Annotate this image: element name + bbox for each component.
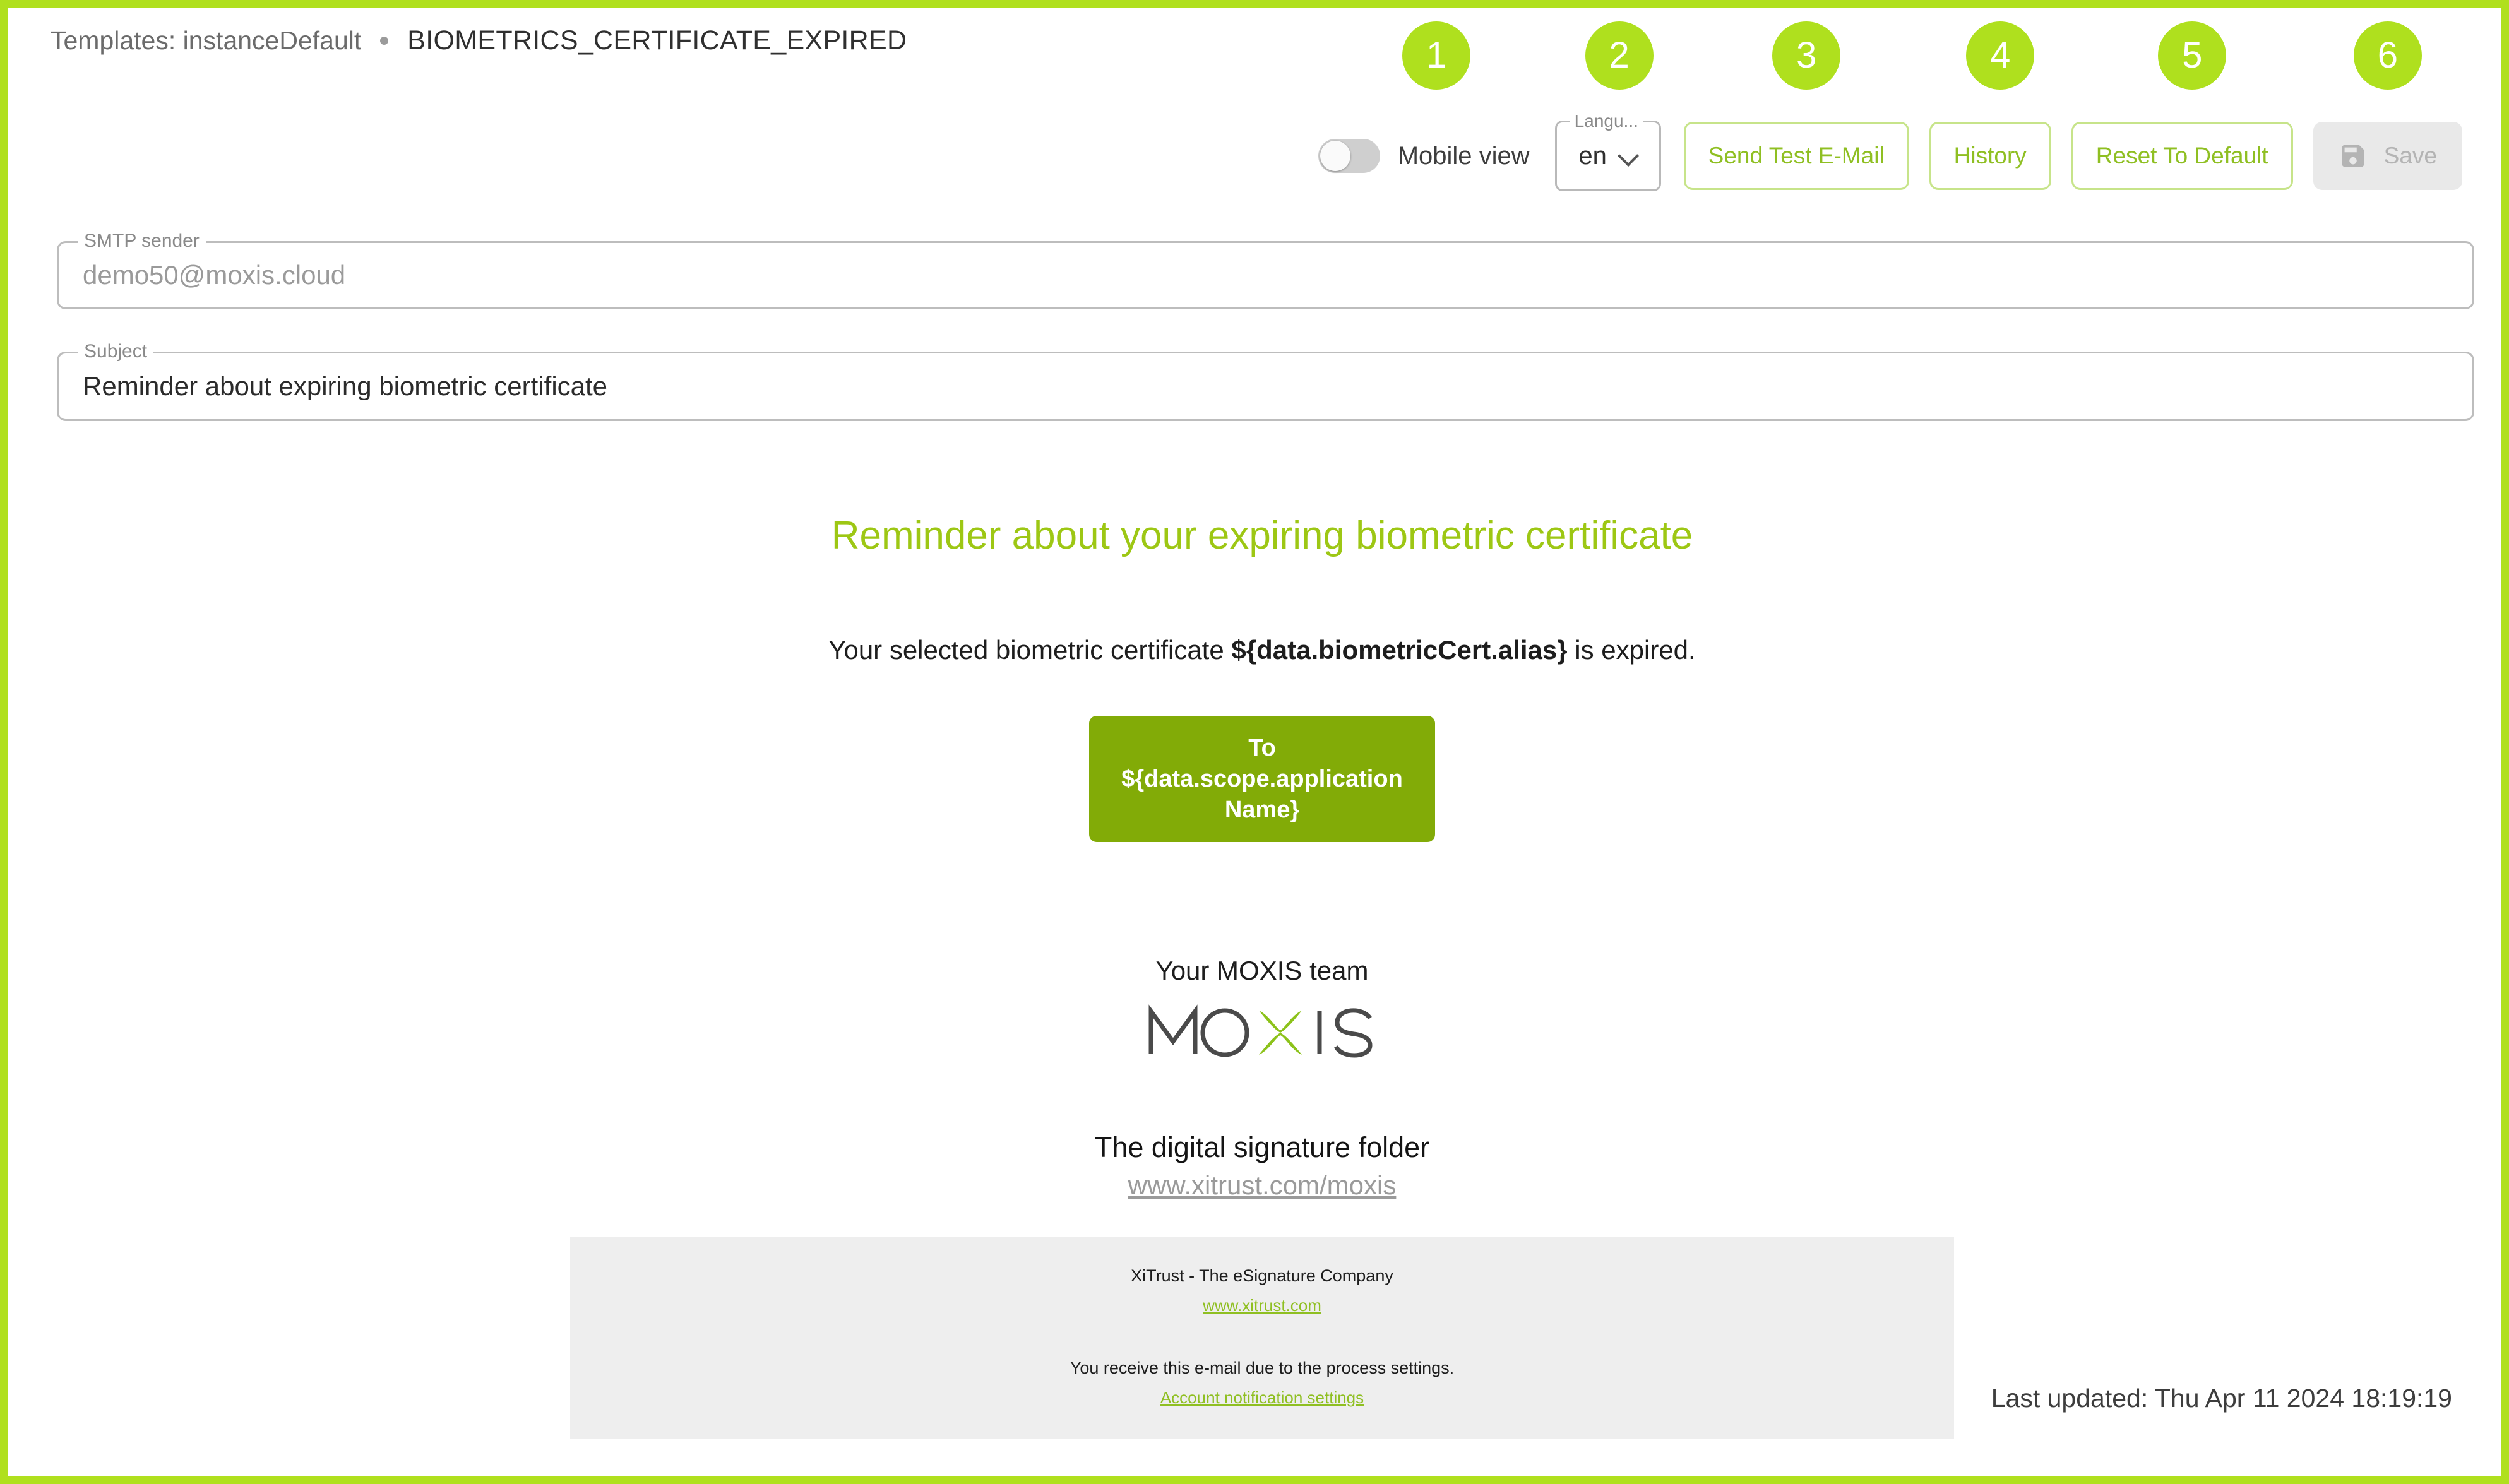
badge-1: 1	[1402, 21, 1471, 90]
badge-5: 5	[2158, 21, 2227, 90]
send-test-email-button[interactable]: Send Test E-Mail	[1683, 122, 1909, 190]
page-title: BIOMETRICS_CERTIFICATE_EXPIRED	[407, 25, 907, 56]
toolbar: 1 Mobile view 2 Langu... en 3 Send Test …	[1318, 21, 2462, 197]
subject-label: Subject	[78, 341, 154, 362]
mobile-view-toggle[interactable]	[1318, 139, 1380, 173]
history-button[interactable]: History	[1929, 122, 2051, 190]
email-intro-suffix: is expired.	[1567, 635, 1696, 665]
history-slot: 4 History	[1929, 21, 2071, 191]
mobile-view-group[interactable]: Mobile view	[1318, 139, 1530, 173]
language-slot: 2 Langu... en	[1554, 21, 1684, 191]
smtp-sender-input[interactable]: demo50@moxis.cloud	[59, 262, 369, 288]
badge-6: 6	[2353, 21, 2422, 90]
cta-wrapper: To ${data.scope.application Name}	[8, 716, 2509, 843]
badge-3: 3	[1772, 21, 1841, 90]
language-legend: Langu...	[1569, 111, 1643, 131]
moxis-website-link[interactable]: www.xitrust.com/moxis	[1128, 1170, 1397, 1201]
last-updated-text: Last updated: Thu Apr 11 2024 18:19:19	[1991, 1384, 2452, 1413]
breadcrumb-separator-dot	[380, 37, 389, 45]
email-intro-paragraph: Your selected biometric certificate ${da…	[8, 635, 2509, 665]
email-preview: Reminder about your expiring biometric c…	[8, 449, 2509, 1440]
reset-to-default-slot: 5 Reset To Default	[2071, 21, 2313, 191]
email-heading: Reminder about your expiring biometric c…	[831, 514, 1693, 557]
language-select[interactable]: Langu... en	[1554, 111, 1661, 191]
cta-line-1: To	[1248, 735, 1276, 762]
send-test-email-slot: 3 Send Test E-Mail	[1683, 21, 1929, 191]
breadcrumb-templates[interactable]: Templates: instanceDefault	[51, 26, 361, 56]
save-button-label: Save	[2383, 143, 2437, 169]
cta-button[interactable]: To ${data.scope.application Name}	[1089, 716, 1435, 843]
footer-company-link[interactable]: www.xitrust.com	[1203, 1296, 1321, 1315]
app-frame: Templates: instanceDefault BIOMETRICS_CE…	[0, 0, 2509, 1484]
footer-company: XiTrust - The eSignature Company	[1131, 1266, 1393, 1286]
toggle-knob	[1320, 141, 1350, 171]
badge-2: 2	[1585, 21, 1654, 90]
email-signoff: Your MOXIS team	[1155, 956, 1369, 986]
cta-line-2: ${data.scope.application	[1121, 766, 1403, 793]
language-value: en	[1578, 141, 1607, 170]
badge-4: 4	[1966, 21, 2035, 90]
email-tagline: The digital signature folder	[1094, 1131, 1430, 1164]
smtp-sender-label: SMTP sender	[78, 230, 206, 252]
moxis-logo-wrapper	[8, 1002, 2509, 1060]
mobile-view-slot: 1 Mobile view	[1318, 21, 1555, 191]
reset-to-default-button[interactable]: Reset To Default	[2071, 122, 2293, 190]
footer-notification-settings-link[interactable]: Account notification settings	[1160, 1388, 1364, 1408]
email-intro-prefix: Your selected biometric certificate	[828, 635, 1232, 665]
email-footer: XiTrust - The eSignature Company www.xit…	[570, 1237, 1954, 1440]
save-button[interactable]: Save	[2313, 122, 2462, 190]
cta-line-3: Name}	[1224, 796, 1300, 823]
smtp-sender-field[interactable]: SMTP sender demo50@moxis.cloud	[57, 230, 2474, 309]
email-intro-variable: ${data.biometricCert.alias}	[1231, 635, 1568, 665]
mobile-view-label: Mobile view	[1397, 141, 1530, 170]
moxis-logo-icon	[1148, 1004, 1373, 1058]
breadcrumb: Templates: instanceDefault BIOMETRICS_CE…	[51, 25, 907, 56]
save-floppy-icon	[2342, 145, 2364, 167]
chevron-down-icon	[1619, 147, 1637, 165]
subject-field[interactable]: Subject Reminder about expiring biometri…	[57, 341, 2474, 421]
subject-input[interactable]: Reminder about expiring biometric certif…	[59, 373, 631, 400]
save-slot: 6 Save	[2313, 21, 2462, 191]
footer-notice: You receive this e-mail due to the proce…	[1070, 1358, 1455, 1378]
